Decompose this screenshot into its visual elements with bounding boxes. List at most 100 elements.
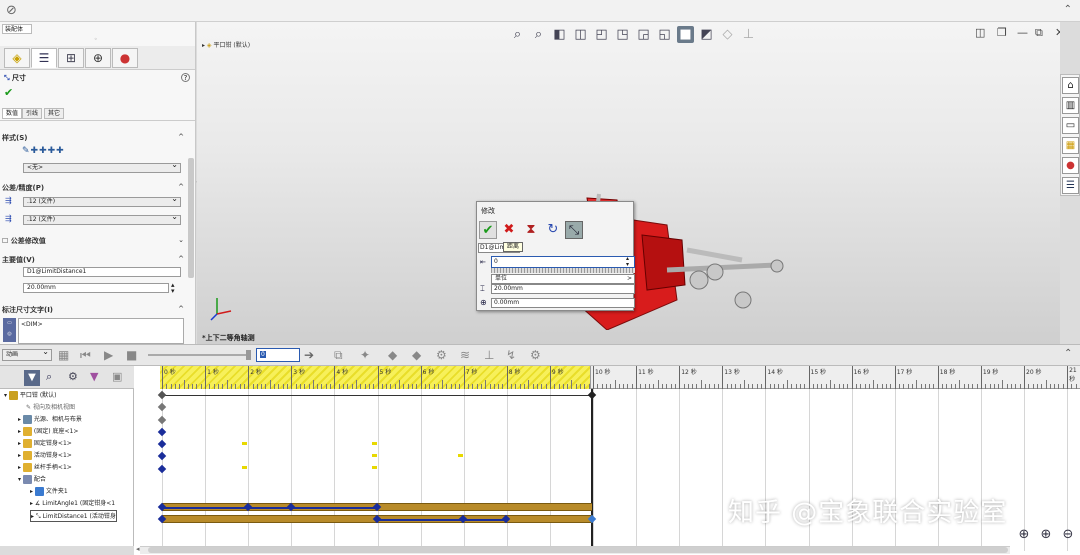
view-settings-icon[interactable]: ⊥ [740,26,757,43]
filter-driving-icon[interactable]: ⚙ [68,370,78,383]
play-icon[interactable]: ▶ [104,348,113,362]
autokey-icon[interactable]: ◆ [388,348,397,362]
style-buttons[interactable]: ✎✚✚✚✚ [22,146,65,156]
paperclip-icon[interactable]: ⊘ [6,3,17,18]
tile-icon[interactable]: ◫ [975,26,985,39]
collapse-icon[interactable]: ^ [178,133,184,141]
reverse-icon[interactable]: ↻ [544,221,562,239]
help-icon[interactable]: ? [181,73,190,82]
cancel-x-icon[interactable]: ✖ [500,221,518,239]
tree-flyout[interactable]: ▸ ◈ 平口钳 (默认) [202,40,250,49]
wireframe-icon[interactable]: ◱ [656,26,673,43]
tree-item-orientation[interactable]: ✎ 视向及相机视图 [26,402,75,414]
slider-thumb[interactable] [246,350,251,360]
filter-results-icon[interactable]: ▣ [112,370,122,383]
settings-gear-icon[interactable]: ⚙ [530,348,541,362]
tree-item-handle[interactable]: ▸ 丝杆手柄<1> [18,462,72,474]
style-select[interactable]: <无> [23,161,181,173]
add-key-icon[interactable]: ◆ [412,348,421,362]
zoom-fit-timeline-icon[interactable]: ⊖ [1058,525,1078,545]
tree-item-root[interactable]: ▾ 平口钳 (默认) [4,390,57,402]
timeline-scroll-thumb[interactable] [148,547,1008,553]
zoom-fit-icon[interactable]: ⌕ [509,26,526,43]
hide-show-icon[interactable]: ◲ [635,26,652,43]
tree-item-base[interactable]: ▸ (固定) 底座<1> [18,426,78,438]
view-orientation-icon[interactable]: ◰ [593,26,610,43]
design-library-icon[interactable]: ▥ [1062,97,1079,114]
feature-manager-tab[interactable]: ◈ [4,48,30,68]
thumbwheel[interactable] [491,268,635,273]
ok-check-icon[interactable]: ✔ [4,86,13,99]
tree-item-mates[interactable]: ▾ 配合 [18,474,46,486]
dimxpert-tab[interactable]: ⊕ [85,48,111,68]
edit-appearance-icon[interactable]: ◩ [698,26,715,43]
save-animation-icon[interactable]: ⧉ [334,348,343,363]
collapse-up-icon[interactable]: ⌃ [1064,348,1072,359]
expand-icon[interactable]: ⌄ [178,236,184,244]
tree-item-lights[interactable]: ▸ 光源、相机与布景 [18,414,82,426]
shaded-icon[interactable]: ■ [677,26,694,43]
filter-animated-icon[interactable]: ⌕ [46,370,52,384]
tree-item-folder[interactable]: ▸ 文件夹1 [30,486,68,498]
value-row-2[interactable]: 20.00mm [491,284,635,294]
force-icon[interactable]: ↯ [506,348,516,362]
display-style-icon[interactable]: ◳ [614,26,631,43]
zoom-out-icon[interactable]: ⊕ [1036,525,1056,545]
scene-icon[interactable]: ◇ [719,26,736,43]
tab-leader[interactable]: 引线 [22,108,43,119]
arrow-right-icon[interactable]: ➔ [304,348,314,362]
rebuild-icon[interactable]: ⧗ [522,221,540,239]
dimension-name-field[interactable]: D1@LimitDistance1 [23,267,181,277]
play-from-start-icon[interactable]: ⏮ [80,348,91,363]
spinner-icon[interactable]: ▴ ▾ [626,256,629,268]
playback-slider[interactable] [148,354,248,356]
property-manager-tab[interactable]: ☰ [31,48,57,68]
dimension-value-field[interactable]: 20.00mm [23,283,169,293]
close-icon[interactable]: ✕ [1055,26,1060,39]
tolerance-section[interactable]: 公差/精度(P) ^ [2,183,188,193]
config-manager-tab[interactable]: ⊞ [58,48,84,68]
style-section[interactable]: 样式(S) ^ [2,133,188,143]
tab-value[interactable]: 数值 [2,108,23,119]
appearances-icon[interactable]: ● [1062,157,1079,174]
collapse-icon[interactable]: ^ [178,183,184,191]
value-row-3[interactable]: 0.00mm [491,298,635,308]
stop-icon[interactable]: ■ [126,348,137,362]
filter-icon[interactable]: ▼ [24,370,40,386]
minimize-icon[interactable]: — [1017,26,1028,39]
zoom-in-icon[interactable]: ⊕ [1014,525,1034,545]
display-manager-tab[interactable]: ● [112,48,138,68]
checkbox[interactable]: ☐ [2,237,8,245]
spring-icon[interactable]: ≋ [460,348,470,362]
dim-text-section[interactable]: 标注尺寸文字(I) ^ [2,305,188,315]
scroll-left-icon[interactable]: ◂ [136,545,140,553]
tree-item-fixed-jaw[interactable]: ▸ 固定钳身<1> [18,438,72,450]
tolerance-mod-section[interactable]: ☐ 公差修改值 ⌄ [2,236,188,246]
tree-item-movable-jaw[interactable]: ▸ 活动钳身<1> [18,450,72,462]
primary-section[interactable]: 主要值(V) ^ [2,255,188,265]
assembly-tab[interactable]: 装配体 [2,24,32,34]
view-palette-icon[interactable]: ▦ [1062,137,1079,154]
precision-select-2[interactable]: .12 (文件) [23,213,181,225]
ok-check-icon[interactable]: ✔ [479,221,497,239]
chevron-up-icon[interactable]: ⌃ [1064,4,1072,15]
drag-handle[interactable]: ◦ [94,36,98,43]
maximize-icon[interactable]: ⧉ [1035,26,1043,40]
text-align-icon[interactable]: ▭ ◎ [3,318,16,342]
time-field[interactable]: 0 [256,348,300,362]
dim-text-field[interactable]: <DIM> [18,318,184,344]
zoom-area-icon[interactable]: ⌕ [530,26,547,43]
filter-selected-icon[interactable]: ▼ [90,370,98,383]
collapse-icon[interactable]: ^ [178,305,184,313]
custom-properties-icon[interactable]: ☰ [1062,177,1079,194]
restore-icon[interactable]: ❐ [997,26,1007,39]
motor-icon[interactable]: ⚙ [436,348,447,362]
previous-view-icon[interactable]: ◧ [551,26,568,43]
file-explorer-icon[interactable]: ▭ [1062,117,1079,134]
calculate-icon[interactable]: ▦ [58,348,69,362]
section-view-icon[interactable]: ◫ [572,26,589,43]
home-icon[interactable]: ⌂ [1062,77,1079,94]
unit-dropdown[interactable]: 单位 > [491,274,635,284]
tree-item-limit-angle[interactable]: ▸ ∡ LimitAngle1 (固定钳身<1 [30,498,115,510]
tree-item-limit-distance[interactable]: ▸ ⤡ LimitDistance1 (活动钳身 [30,510,117,522]
